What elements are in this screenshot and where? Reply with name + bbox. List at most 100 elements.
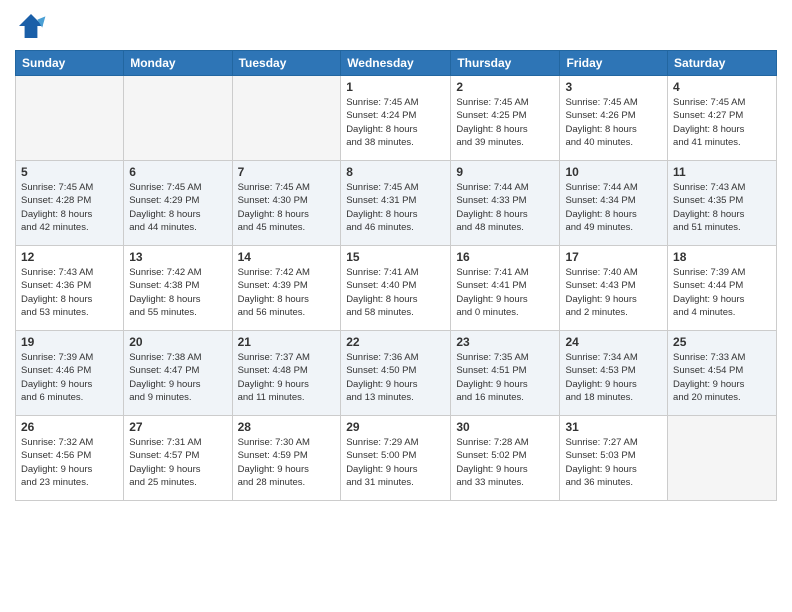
weekday-header-friday: Friday (560, 51, 668, 76)
day-number: 2 (456, 80, 554, 94)
week-row-2: 5Sunrise: 7:45 AM Sunset: 4:28 PM Daylig… (16, 161, 777, 246)
day-info: Sunrise: 7:34 AM Sunset: 4:53 PM Dayligh… (565, 351, 662, 404)
day-info: Sunrise: 7:35 AM Sunset: 4:51 PM Dayligh… (456, 351, 554, 404)
day-info: Sunrise: 7:44 AM Sunset: 4:34 PM Dayligh… (565, 181, 662, 234)
calendar-cell: 6 Sunrise: 7:45 AM Sunset: 4:29 PM Daylig… (124, 161, 232, 246)
day-number: 15 (346, 250, 445, 264)
header (15, 10, 777, 42)
day-info: Sunrise: 7:45 AM Sunset: 4:27 PM Dayligh… (673, 96, 771, 149)
day-number: 8 (346, 165, 445, 179)
page: SundayMondayTuesdayWednesdayThursdayFrid… (0, 0, 792, 516)
day-number: 1 (346, 80, 445, 94)
calendar-cell (668, 416, 777, 501)
day-number: 18 (673, 250, 771, 264)
day-number: 7 (238, 165, 336, 179)
day-info: Sunrise: 7:45 AM Sunset: 4:29 PM Dayligh… (129, 181, 226, 234)
calendar-cell: 23Sunrise: 7:35 AM Sunset: 4:51 PM Dayli… (451, 331, 560, 416)
calendar: SundayMondayTuesdayWednesdayThursdayFrid… (15, 50, 777, 501)
week-row-5: 26 Sunrise: 7:32 AM Sunset: 4:56 PM Dayli… (16, 416, 777, 501)
day-number: 12 (21, 250, 118, 264)
calendar-cell (232, 76, 341, 161)
calendar-cell: 2Sunrise: 7:45 AM Sunset: 4:25 PM Daylig… (451, 76, 560, 161)
weekday-header-row: SundayMondayTuesdayWednesdayThursdayFrid… (16, 51, 777, 76)
calendar-cell: 7Sunrise: 7:45 AM Sunset: 4:30 PM Daylig… (232, 161, 341, 246)
day-number: 21 (238, 335, 336, 349)
weekday-header-monday: Monday (124, 51, 232, 76)
day-number: 29 (346, 420, 445, 434)
day-info: Sunrise: 7:33 AM Sunset: 4:54 PM Dayligh… (673, 351, 771, 404)
calendar-cell: 28Sunrise: 7:30 AM Sunset: 4:59 PM Dayli… (232, 416, 341, 501)
calendar-cell: 29 Sunrise: 7:29 AM Sunset: 5:00 PM Dayli… (341, 416, 451, 501)
calendar-cell: 3 Sunrise: 7:45 AM Sunset: 4:26 PM Daylig… (560, 76, 668, 161)
day-info: Sunrise: 7:31 AM Sunset: 4:57 PM Dayligh… (129, 436, 226, 489)
day-info: Sunrise: 7:38 AM Sunset: 4:47 PM Dayligh… (129, 351, 226, 404)
calendar-cell: 18 Sunrise: 7:39 AM Sunset: 4:44 PM Dayli… (668, 246, 777, 331)
calendar-cell: 19 Sunrise: 7:39 AM Sunset: 4:46 PM Dayli… (16, 331, 124, 416)
calendar-cell: 21 Sunrise: 7:37 AM Sunset: 4:48 PM Dayli… (232, 331, 341, 416)
week-row-1: 1 Sunrise: 7:45 AM Sunset: 4:24 PM Daylig… (16, 76, 777, 161)
weekday-header-thursday: Thursday (451, 51, 560, 76)
day-number: 17 (565, 250, 662, 264)
day-info: Sunrise: 7:32 AM Sunset: 4:56 PM Dayligh… (21, 436, 118, 489)
day-info: Sunrise: 7:45 AM Sunset: 4:31 PM Dayligh… (346, 181, 445, 234)
weekday-header-sunday: Sunday (16, 51, 124, 76)
day-number: 11 (673, 165, 771, 179)
day-info: Sunrise: 7:40 AM Sunset: 4:43 PM Dayligh… (565, 266, 662, 319)
day-info: Sunrise: 7:39 AM Sunset: 4:46 PM Dayligh… (21, 351, 118, 404)
day-number: 9 (456, 165, 554, 179)
day-info: Sunrise: 7:28 AM Sunset: 5:02 PM Dayligh… (456, 436, 554, 489)
calendar-cell: 9 Sunrise: 7:44 AM Sunset: 4:33 PM Daylig… (451, 161, 560, 246)
calendar-cell: 10Sunrise: 7:44 AM Sunset: 4:34 PM Dayli… (560, 161, 668, 246)
day-info: Sunrise: 7:44 AM Sunset: 4:33 PM Dayligh… (456, 181, 554, 234)
calendar-cell: 16 Sunrise: 7:41 AM Sunset: 4:41 PM Dayli… (451, 246, 560, 331)
day-info: Sunrise: 7:45 AM Sunset: 4:28 PM Dayligh… (21, 181, 118, 234)
calendar-cell: 5Sunrise: 7:45 AM Sunset: 4:28 PM Daylig… (16, 161, 124, 246)
calendar-cell: 31Sunrise: 7:27 AM Sunset: 5:03 PM Dayli… (560, 416, 668, 501)
day-number: 22 (346, 335, 445, 349)
weekday-header-saturday: Saturday (668, 51, 777, 76)
day-number: 25 (673, 335, 771, 349)
logo (15, 10, 51, 42)
day-number: 19 (21, 335, 118, 349)
day-info: Sunrise: 7:29 AM Sunset: 5:00 PM Dayligh… (346, 436, 445, 489)
week-row-3: 12 Sunrise: 7:43 AM Sunset: 4:36 PM Dayli… (16, 246, 777, 331)
day-info: Sunrise: 7:41 AM Sunset: 4:41 PM Dayligh… (456, 266, 554, 319)
calendar-cell: 4 Sunrise: 7:45 AM Sunset: 4:27 PM Daylig… (668, 76, 777, 161)
calendar-cell: 12 Sunrise: 7:43 AM Sunset: 4:36 PM Dayli… (16, 246, 124, 331)
day-number: 27 (129, 420, 226, 434)
calendar-cell: 20 Sunrise: 7:38 AM Sunset: 4:47 PM Dayli… (124, 331, 232, 416)
calendar-cell: 14Sunrise: 7:42 AM Sunset: 4:39 PM Dayli… (232, 246, 341, 331)
calendar-cell: 26 Sunrise: 7:32 AM Sunset: 4:56 PM Dayli… (16, 416, 124, 501)
day-info: Sunrise: 7:41 AM Sunset: 4:40 PM Dayligh… (346, 266, 445, 319)
day-number: 26 (21, 420, 118, 434)
day-info: Sunrise: 7:42 AM Sunset: 4:39 PM Dayligh… (238, 266, 336, 319)
weekday-header-wednesday: Wednesday (341, 51, 451, 76)
day-number: 31 (565, 420, 662, 434)
day-info: Sunrise: 7:43 AM Sunset: 4:35 PM Dayligh… (673, 181, 771, 234)
day-info: Sunrise: 7:43 AM Sunset: 4:36 PM Dayligh… (21, 266, 118, 319)
calendar-cell: 11 Sunrise: 7:43 AM Sunset: 4:35 PM Dayli… (668, 161, 777, 246)
day-number: 20 (129, 335, 226, 349)
calendar-cell: 8 Sunrise: 7:45 AM Sunset: 4:31 PM Daylig… (341, 161, 451, 246)
calendar-cell (124, 76, 232, 161)
calendar-cell: 17 Sunrise: 7:40 AM Sunset: 4:43 PM Dayli… (560, 246, 668, 331)
day-number: 4 (673, 80, 771, 94)
week-row-4: 19 Sunrise: 7:39 AM Sunset: 4:46 PM Dayli… (16, 331, 777, 416)
calendar-cell: 25 Sunrise: 7:33 AM Sunset: 4:54 PM Dayli… (668, 331, 777, 416)
day-info: Sunrise: 7:45 AM Sunset: 4:26 PM Dayligh… (565, 96, 662, 149)
day-number: 6 (129, 165, 226, 179)
day-info: Sunrise: 7:42 AM Sunset: 4:38 PM Dayligh… (129, 266, 226, 319)
calendar-cell: 15 Sunrise: 7:41 AM Sunset: 4:40 PM Dayli… (341, 246, 451, 331)
calendar-cell: 27 Sunrise: 7:31 AM Sunset: 4:57 PM Dayli… (124, 416, 232, 501)
day-number: 16 (456, 250, 554, 264)
day-info: Sunrise: 7:45 AM Sunset: 4:24 PM Dayligh… (346, 96, 445, 149)
calendar-cell: 1 Sunrise: 7:45 AM Sunset: 4:24 PM Daylig… (341, 76, 451, 161)
calendar-cell: 22Sunrise: 7:36 AM Sunset: 4:50 PM Dayli… (341, 331, 451, 416)
day-info: Sunrise: 7:30 AM Sunset: 4:59 PM Dayligh… (238, 436, 336, 489)
day-info: Sunrise: 7:39 AM Sunset: 4:44 PM Dayligh… (673, 266, 771, 319)
day-number: 3 (565, 80, 662, 94)
day-number: 30 (456, 420, 554, 434)
calendar-cell: 13Sunrise: 7:42 AM Sunset: 4:38 PM Dayli… (124, 246, 232, 331)
day-number: 24 (565, 335, 662, 349)
day-info: Sunrise: 7:37 AM Sunset: 4:48 PM Dayligh… (238, 351, 336, 404)
